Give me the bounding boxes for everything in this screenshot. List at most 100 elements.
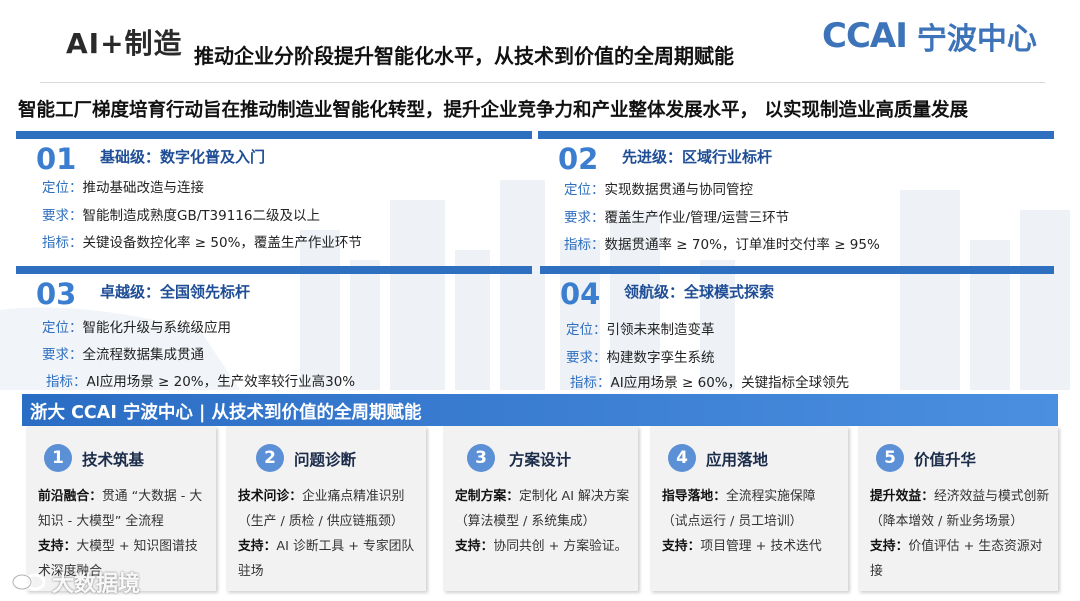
- row-key: 要求：: [564, 210, 605, 226]
- level-row: 指标：AI应用场景 ≥ 60%，关键指标全球领先: [570, 371, 849, 391]
- level-bar: [16, 131, 532, 139]
- level-card-02: 02 先进级：区域行业标杆 定位：实现数据贯通与协同管控 要求：覆盖生产作业/管…: [538, 131, 1054, 256]
- level-row: 定位：智能化升级与系统级应用: [42, 316, 231, 336]
- level-number: 04: [560, 277, 601, 311]
- line-label: 支持：: [870, 539, 909, 554]
- level-row: 指标：数据贯通率 ≥ 70%，订单准时交付率 ≥ 95%: [564, 233, 880, 253]
- card-title: 问题诊断: [294, 451, 357, 469]
- row-key: 定位：: [42, 180, 83, 196]
- card-body: 技术问诊：企业痛点精准识别（生产 / 质检 / 供应链瓶颈） 支持：AI 诊断工…: [238, 484, 418, 584]
- service-card-2: 2 问题诊断 技术问诊：企业痛点精准识别（生产 / 质检 / 供应链瓶颈） 支持…: [226, 426, 426, 591]
- card-title: 方案设计: [509, 451, 572, 469]
- level-row: 指标：AI应用场景 ≥ 20%，生产效率较行业高30%: [46, 370, 355, 390]
- level-row: 定位：引领未来制造变革: [566, 318, 715, 338]
- card-title: 应用落地: [706, 451, 769, 469]
- level-row: 指标：关键设备数控化率 ≥ 50%，覆盖生产作业环节: [42, 231, 362, 251]
- level-row: 要求：全流程数据集成贯通: [42, 343, 204, 363]
- line-label: 提升效益：: [870, 489, 934, 504]
- row-key: 定位：: [42, 320, 83, 336]
- row-text: 推动基础改造与连接: [82, 180, 205, 196]
- row-key: 定位：: [566, 322, 607, 338]
- card-line: 支持：价值评估 + 生态资源对接: [870, 534, 1050, 584]
- level-number: 01: [36, 142, 77, 176]
- line-label: 支持：: [238, 539, 277, 554]
- step-badge: 3: [467, 444, 495, 472]
- row-key: 定位：: [564, 182, 605, 198]
- row-key: 指标：: [46, 374, 87, 390]
- level-row: 定位：推动基础改造与连接: [42, 176, 204, 196]
- level-row: 定位：实现数据贯通与协同管控: [564, 178, 753, 198]
- level-card-01: 01 基础级：数字化普及入门 定位：推动基础改造与连接 要求：智能制造成熟度GB…: [16, 131, 532, 256]
- level-number: 03: [36, 277, 77, 311]
- level-row: 要求：智能制造成熟度GB/T39116二级及以上: [42, 204, 320, 224]
- step-badge: 2: [256, 444, 284, 472]
- line-label: 技术问诊：: [238, 489, 302, 504]
- level-bar: [540, 266, 1054, 274]
- card-body: 指导落地：全流程实施保障（试点运行 / 员工培训） 支持：项目管理 + 技术迭代: [662, 484, 840, 559]
- row-key: 要求：: [566, 350, 607, 366]
- row-text: 覆盖生产作业/管理/运营三环节: [604, 210, 790, 226]
- row-text: 全流程数据集成贯通: [82, 347, 205, 363]
- logo-text: 宁波中心: [916, 22, 1037, 57]
- step-badge: 1: [44, 444, 72, 472]
- row-key: 指标：: [564, 237, 605, 253]
- watermark-text: 大数据境: [52, 572, 141, 597]
- level-bar: [538, 131, 1054, 139]
- row-text: AI应用场景 ≥ 20%，生产效率较行业高30%: [86, 374, 356, 390]
- row-text: 关键设备数控化率 ≥ 50%，覆盖生产作业环节: [82, 235, 362, 251]
- level-card-03: 03 卓越级：全国领先标杆 定位：智能化升级与系统级应用 要求：全流程数据集成贯…: [16, 266, 532, 391]
- row-text: 引领未来制造变革: [606, 322, 715, 338]
- row-text: 数据贯通率 ≥ 70%，订单准时交付率 ≥ 95%: [604, 237, 880, 253]
- service-card-4: 4 应用落地 指导落地：全流程实施保障（试点运行 / 员工培训） 支持：项目管理…: [650, 426, 848, 591]
- row-text: 构建数字孪生系统: [606, 350, 715, 366]
- row-key: 指标：: [42, 235, 83, 251]
- card-line: 技术问诊：企业痛点精准识别（生产 / 质检 / 供应链瓶颈）: [238, 484, 418, 534]
- row-key: 要求：: [42, 347, 83, 363]
- section-banner: 浙大 CCAI 宁波中心 | 从技术到价值的全周期赋能: [22, 394, 1058, 426]
- level-bar: [16, 266, 532, 274]
- watermark: 大数据境: [10, 566, 140, 598]
- line-label: 前沿融合：: [38, 489, 102, 504]
- page-title: AI+制造: [66, 27, 183, 60]
- step-badge: 5: [876, 444, 904, 472]
- level-name: 先进级：区域行业标杆: [622, 148, 773, 166]
- level-name: 卓越级：全国领先标杆: [100, 283, 251, 301]
- level-number: 02: [558, 142, 599, 176]
- line-text: 协同共创 + 方案验证。: [493, 539, 628, 554]
- row-key: 要求：: [42, 208, 83, 224]
- card-line: 支持：AI 诊断工具 + 专家团队驻场: [238, 534, 418, 584]
- card-line: 提升效益：经济效益与模式创新（降本增效 / 新业务场景）: [870, 484, 1050, 534]
- line-label: 指导落地：: [662, 489, 726, 504]
- level-name: 基础级：数字化普及入门: [100, 148, 266, 166]
- card-line: 定制方案：定制化 AI 解决方案（算法模型 / 系统集成）: [455, 484, 630, 534]
- card-line: 支持：项目管理 + 技术迭代: [662, 534, 840, 559]
- line-label: 支持：: [455, 539, 494, 554]
- step-badge: 4: [668, 444, 696, 472]
- line-text: 项目管理 + 技术迭代: [700, 539, 822, 554]
- service-card-3: 3 方案设计 定制方案：定制化 AI 解决方案（算法模型 / 系统集成） 支持：…: [443, 426, 638, 591]
- logo-mark: CCAI: [822, 16, 908, 56]
- page-subtitle: 推动企业分阶段提升智能化水平，从技术到价值的全周期赋能: [194, 44, 734, 68]
- line-label: 支持：: [662, 539, 701, 554]
- service-card-5: 5 价值升华 提升效益：经济效益与模式创新（降本增效 / 新业务场景） 支持：价…: [858, 426, 1058, 591]
- row-text: 实现数据贯通与协同管控: [604, 182, 754, 198]
- card-line: 支持：协同共创 + 方案验证。: [455, 534, 630, 559]
- card-body: 定制方案：定制化 AI 解决方案（算法模型 / 系统集成） 支持：协同共创 + …: [455, 484, 630, 559]
- ccai-logo: CCAI 宁波中心: [822, 16, 1037, 57]
- level-name: 领航级：全球模式探索: [624, 283, 775, 301]
- level-row: 要求：覆盖生产作业/管理/运营三环节: [564, 206, 789, 226]
- headline: 智能工厂梯度培育行动旨在推动制造业智能化转型，提升企业竞争力和产业整体发展水平，…: [18, 100, 968, 121]
- line-label: 支持：: [38, 539, 77, 554]
- card-line: 前沿融合：贯通 “大数据 - 大知识 - 大模型” 全流程: [38, 484, 208, 534]
- card-line: 指导落地：全流程实施保障（试点运行 / 员工培训）: [662, 484, 840, 534]
- level-card-04: 04 领航级：全球模式探索 定位：引领未来制造变革 要求：构建数字孪生系统 指标…: [540, 266, 1054, 391]
- level-row: 要求：构建数字孪生系统: [566, 346, 715, 366]
- row-text: 智能化升级与系统级应用: [82, 320, 232, 336]
- card-title: 价值升华: [914, 451, 977, 469]
- row-text: AI应用场景 ≥ 60%，关键指标全球领先: [610, 375, 850, 391]
- section-title: 浙大 CCAI 宁波中心 | 从技术到价值的全周期赋能: [30, 403, 422, 423]
- row-text: 智能制造成熟度GB/T39116二级及以上: [82, 208, 320, 224]
- card-title: 技术筑基: [82, 451, 145, 469]
- card-body: 提升效益：经济效益与模式创新（降本增效 / 新业务场景） 支持：价值评估 + 生…: [870, 484, 1050, 584]
- link-chain-icon: [10, 569, 48, 595]
